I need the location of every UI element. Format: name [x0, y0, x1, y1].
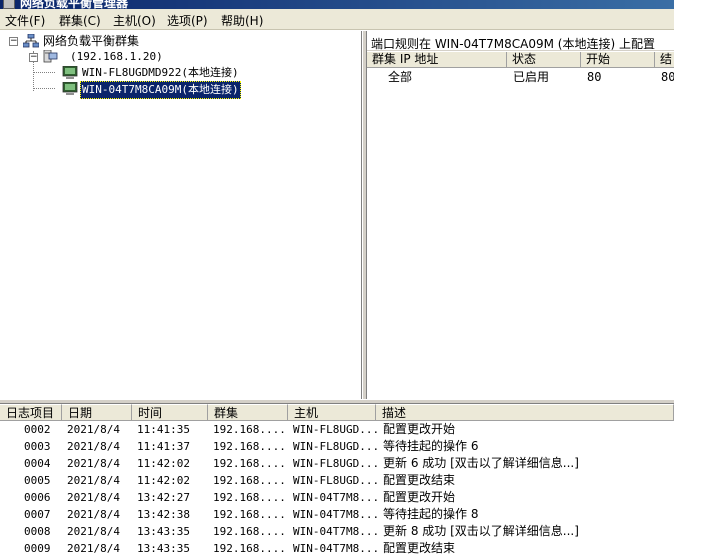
- log-date: 2021/8/4: [67, 542, 120, 555]
- log-host: WIN-FL8UGD...: [293, 457, 380, 470]
- title-bar: 网络负载平衡管理器: [0, 0, 674, 9]
- log-time: 11:42:02: [137, 474, 190, 487]
- window-title: 网络负载平衡管理器: [20, 0, 129, 9]
- log-cluster: 192.168....: [213, 491, 286, 504]
- log-id: 0008: [24, 525, 51, 538]
- menu-host[interactable]: 主机(O): [113, 12, 156, 29]
- log-column-host[interactable]: 主机: [288, 404, 376, 421]
- log-date: 2021/8/4: [67, 508, 120, 521]
- rule-start-cell: 80: [587, 70, 602, 84]
- log-id: 0002: [24, 423, 51, 436]
- log-pane: 日志项目 日期 时间 群集 主机 描述 0002 2021/8/4 11:41:…: [0, 404, 674, 559]
- menu-options[interactable]: 选项(P): [167, 12, 208, 29]
- log-cluster: 192.168....: [213, 474, 286, 487]
- log-description: 更新 8 成功 [双击以了解详细信息...]: [383, 524, 579, 538]
- tree-collapse-minus-icon[interactable]: −: [29, 53, 38, 62]
- log-column-date[interactable]: 日期: [62, 404, 132, 421]
- log-row[interactable]: 0003 2021/8/4 11:41:37 192.168.... WIN-F…: [0, 438, 674, 455]
- tree-collapse-minus-icon[interactable]: −: [9, 37, 18, 46]
- host-computer-icon: [62, 66, 78, 79]
- server-icon: [43, 50, 58, 63]
- log-date: 2021/8/4: [67, 474, 120, 487]
- log-id: 0007: [24, 508, 51, 521]
- log-row[interactable]: 0005 2021/8/4 11:42:02 192.168.... WIN-F…: [0, 472, 674, 489]
- log-column-time[interactable]: 时间: [132, 404, 208, 421]
- log-id: 0004: [24, 457, 51, 470]
- log-cluster: 192.168....: [213, 508, 286, 521]
- rule-ip-cell: 全部: [388, 70, 413, 84]
- log-date: 2021/8/4: [67, 423, 120, 436]
- log-date: 2021/8/4: [67, 491, 120, 504]
- tree-host-label: WIN-FL8UGDMD922(本地连接): [82, 66, 239, 79]
- log-time: 11:42:02: [137, 457, 190, 470]
- host-computer-icon: [62, 82, 78, 95]
- log-description: 配置更改开始: [383, 490, 456, 504]
- tree-node-host[interactable]: WIN-FL8UGDMD922(本地连接): [0, 65, 360, 81]
- menu-bar: 文件(F) 群集(C) 主机(O) 选项(P) 帮助(H): [0, 9, 674, 30]
- log-id: 0009: [24, 542, 51, 555]
- log-column-description[interactable]: 描述: [376, 404, 674, 421]
- network-cluster-icon: [23, 34, 39, 48]
- log-host: WIN-04T7M8...: [293, 525, 380, 538]
- log-description: 等待挂起的操作 6: [383, 439, 479, 453]
- menu-help[interactable]: 帮助(H): [221, 12, 263, 29]
- log-cluster: 192.168....: [213, 423, 286, 436]
- column-header-start[interactable]: 开始: [581, 52, 655, 68]
- log-time: 11:41:35: [137, 423, 190, 436]
- log-description: 更新 6 成功 [双击以了解详细信息...]: [383, 456, 579, 470]
- log-date: 2021/8/4: [67, 525, 120, 538]
- tree-root-label: 网络负载平衡群集: [43, 34, 140, 48]
- column-header-cluster-ip[interactable]: 群集 IP 地址: [367, 52, 507, 68]
- log-id: 0003: [24, 440, 51, 453]
- rule-status-cell: 已启用: [513, 70, 550, 84]
- tree-host-label: WIN-04T7M8CA09M(本地连接): [80, 81, 241, 99]
- log-time: 13:42:27: [137, 491, 190, 504]
- log-date: 2021/8/4: [67, 440, 120, 453]
- menu-cluster[interactable]: 群集(C): [59, 12, 101, 29]
- cluster-tree-pane: − 网络负载平衡群集 − (192.168.1.20) WIN-FL8UGDMD…: [0, 31, 362, 399]
- column-header-end[interactable]: 结: [655, 52, 674, 68]
- log-host: WIN-04T7M8...: [293, 491, 380, 504]
- log-column-id[interactable]: 日志项目: [0, 404, 62, 421]
- log-time: 11:41:37: [137, 440, 190, 453]
- log-host: WIN-FL8UGD...: [293, 474, 380, 487]
- log-row[interactable]: 0009 2021/8/4 13:43:35 192.168.... WIN-0…: [0, 540, 674, 557]
- log-host: WIN-04T7M8...: [293, 508, 380, 521]
- log-column-cluster[interactable]: 群集: [208, 404, 288, 421]
- app-icon: [3, 0, 15, 9]
- log-time: 13:42:38: [137, 508, 190, 521]
- column-header-status[interactable]: 状态: [507, 52, 581, 68]
- log-row[interactable]: 0008 2021/8/4 13:43:35 192.168.... WIN-0…: [0, 523, 674, 540]
- log-row[interactable]: 0006 2021/8/4 13:42:27 192.168.... WIN-0…: [0, 489, 674, 506]
- log-date: 2021/8/4: [67, 457, 120, 470]
- log-time: 13:43:35: [137, 542, 190, 555]
- log-id: 0005: [24, 474, 51, 487]
- log-host: WIN-FL8UGD...: [293, 440, 380, 453]
- log-description: 配置更改结束: [383, 473, 456, 487]
- port-rules-heading: 端口规则在 WIN-04T7M8CA09M (本地连接) 上配置: [367, 31, 674, 51]
- log-description: 等待挂起的操作 8: [383, 507, 479, 521]
- log-host: WIN-04T7M8...: [293, 542, 380, 555]
- menu-file[interactable]: 文件(F): [5, 12, 45, 29]
- log-host: WIN-FL8UGD...: [293, 423, 380, 436]
- log-description: 配置更改开始: [383, 422, 456, 436]
- log-time: 13:43:35: [137, 525, 190, 538]
- log-row[interactable]: 0002 2021/8/4 11:41:35 192.168.... WIN-F…: [0, 421, 674, 438]
- log-description: 配置更改结束: [383, 541, 456, 555]
- log-id: 0006: [24, 491, 51, 504]
- log-row[interactable]: 0004 2021/8/4 11:42:02 192.168.... WIN-F…: [0, 455, 674, 472]
- log-cluster: 192.168....: [213, 457, 286, 470]
- tree-node-cluster[interactable]: − (192.168.1.20): [0, 49, 360, 65]
- log-cluster: 192.168....: [213, 440, 286, 453]
- log-cluster: 192.168....: [213, 525, 286, 538]
- log-cluster: 192.168....: [213, 542, 286, 555]
- tree-cluster-label: (192.168.1.20): [70, 50, 163, 63]
- port-rules-pane: 端口规则在 WIN-04T7M8CA09M (本地连接) 上配置 群集 IP 地…: [367, 31, 674, 399]
- log-row[interactable]: 0007 2021/8/4 13:42:38 192.168.... WIN-0…: [0, 506, 674, 523]
- tree-node-host-selected[interactable]: WIN-04T7M8CA09M(本地连接): [0, 81, 360, 99]
- tree-node-root[interactable]: − 网络负载平衡群集: [0, 33, 360, 49]
- rule-end-cell: 80: [661, 70, 674, 84]
